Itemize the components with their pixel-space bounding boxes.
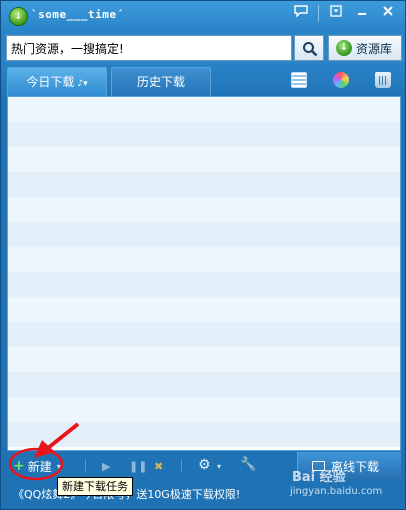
tab-history-label: 历史下载 (136, 75, 185, 89)
tab-today-label: 今日下载 (26, 75, 75, 89)
gear-icon[interactable]: ⚙ (198, 457, 211, 473)
new-task-label: 新建 (27, 459, 52, 474)
search-bar: ↓ 资源库 (6, 35, 402, 61)
download-arrow-icon: ↓ (336, 40, 352, 56)
search-input[interactable] (6, 35, 292, 61)
feedback-icon[interactable] (290, 5, 312, 22)
pause-icon[interactable]: ❚❚ (129, 460, 147, 473)
settings-dropdown-icon[interactable]: ▾ (217, 462, 221, 471)
watermark-logo: Bai 经验 (292, 470, 346, 485)
search-button[interactable] (294, 35, 324, 61)
play-icon[interactable]: ▶ (102, 460, 110, 473)
list-item[interactable] (8, 347, 400, 372)
resource-library-button[interactable]: ↓ 资源库 (328, 35, 402, 61)
list-item[interactable] (8, 147, 400, 172)
title-bar[interactable]: ↓ `some___time´ (1, 1, 405, 31)
list-item[interactable] (8, 422, 400, 447)
skin-icon[interactable] (333, 72, 349, 88)
new-task-button[interactable]: + 新建 ▾ (13, 455, 61, 477)
new-dropdown-icon[interactable]: ▾ (57, 462, 61, 471)
list-item[interactable] (8, 322, 400, 347)
download-list[interactable] (7, 96, 401, 451)
list-item[interactable] (8, 297, 400, 322)
plus-icon: + (13, 458, 25, 474)
list-item[interactable] (8, 197, 400, 222)
title-separator (318, 5, 319, 22)
app-logo-icon: ↓ (9, 7, 28, 26)
list-item[interactable] (8, 172, 400, 197)
tab-history-downloads[interactable]: 历史下载 (111, 67, 211, 96)
list-item[interactable] (8, 97, 400, 122)
search-icon (303, 42, 318, 57)
new-task-tooltip: 新建下载任务 (57, 477, 133, 496)
list-icon[interactable] (291, 72, 307, 88)
list-item[interactable] (8, 372, 400, 397)
resource-library-label: 资源库 (356, 41, 393, 56)
list-item[interactable] (8, 247, 400, 272)
tab-dropdown-icon[interactable]: ♪▾ (77, 79, 87, 89)
list-item[interactable] (8, 272, 400, 297)
window-title: `some___time´ (31, 8, 124, 21)
watermark-url: jingyan.baidu.com (290, 486, 383, 497)
window-controls (290, 5, 399, 22)
minimize-icon[interactable] (351, 5, 373, 22)
close-icon[interactable] (377, 5, 399, 22)
menu-icon[interactable] (325, 5, 347, 22)
delete-icon[interactable]: ✖ (154, 460, 163, 473)
list-item[interactable] (8, 122, 400, 147)
view-tools (291, 72, 391, 88)
list-item[interactable] (8, 222, 400, 247)
tab-bar: 今日下载 ♪▾ 历史下载 (1, 65, 405, 96)
list-item[interactable] (8, 397, 400, 422)
recycle-bin-icon[interactable] (375, 72, 391, 88)
toolbar-separator (181, 459, 182, 473)
wrench-icon[interactable]: 🔧 (240, 457, 256, 472)
tab-today-downloads[interactable]: 今日下载 ♪▾ (7, 67, 107, 96)
toolbar-separator (85, 459, 86, 473)
app-window: ↓ `some___time´ ↓ (0, 0, 406, 510)
